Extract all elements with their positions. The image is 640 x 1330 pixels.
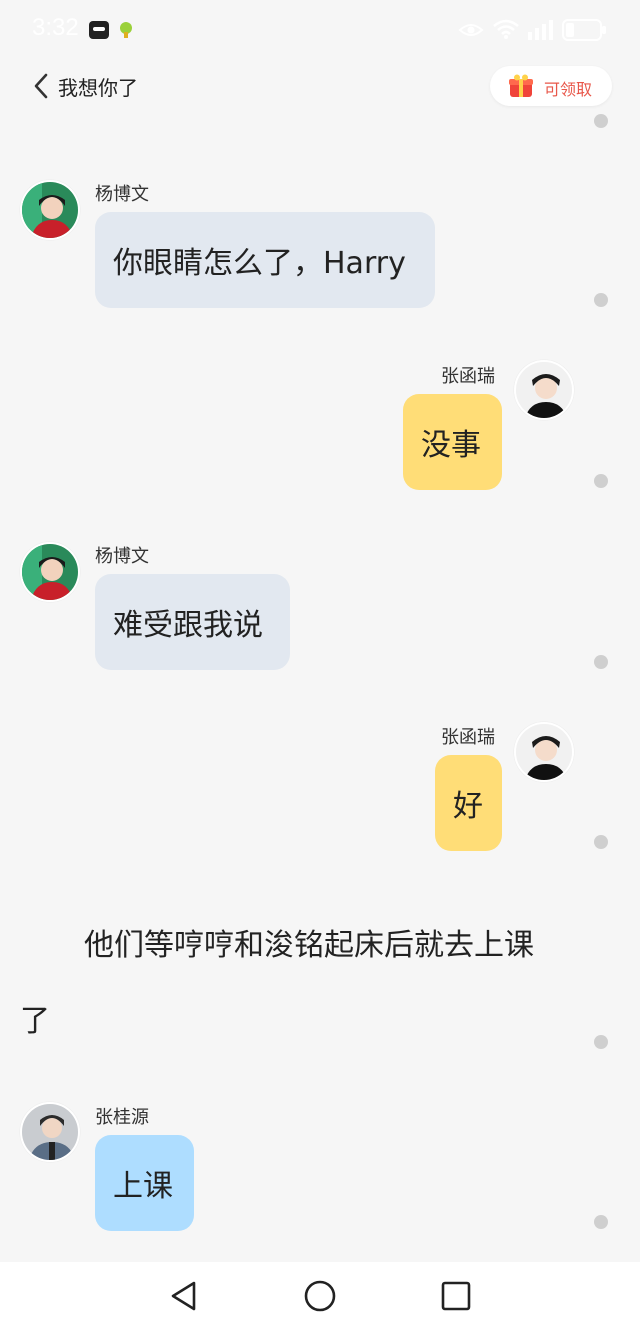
status-bar: 3:32 [0,0,640,60]
nav-back-button[interactable] [166,1278,202,1314]
triangle-back-icon [171,1281,196,1311]
sender-name: 杨博文 [95,184,149,205]
message-bubble[interactable]: 好 [435,755,502,851]
chat-header: 我想你了 可领取 [0,60,640,114]
status-time: 3:32 [32,14,79,41]
narration-text: 他们等哼哼和浚铭起床后就去上课 [84,928,534,963]
reward-claim-button[interactable]: 可领取 [490,66,612,106]
read-indicator [594,114,608,128]
message-bubble[interactable]: 没事 [403,394,502,490]
avatar[interactable] [514,722,574,782]
app-notification-icon [88,20,110,44]
wifi-icon [492,18,520,44]
read-indicator [594,1035,608,1049]
narration-text: 了 [20,1004,50,1039]
message-bubble[interactable]: 上课 [95,1135,194,1231]
avatar[interactable] [20,1102,80,1162]
back-button[interactable] [30,72,54,100]
read-indicator [594,293,608,307]
circle-home-icon [304,1280,336,1312]
read-indicator [594,1215,608,1229]
read-indicator [594,835,608,849]
sender-name: 张函瑞 [441,366,495,387]
battery-icon [562,18,608,46]
chevron-left-icon [34,73,48,99]
red-envelope-icon [508,74,534,102]
sender-name: 杨博文 [95,546,149,567]
sender-name: 张函瑞 [441,727,495,748]
message-bubble[interactable]: 你眼睛怎么了，Harry [95,212,435,308]
avatar[interactable] [20,542,80,602]
sender-name: 张桂源 [95,1107,149,1128]
read-indicator [594,474,608,488]
avatar[interactable] [20,180,80,240]
nav-recents-button[interactable] [438,1278,474,1314]
read-indicator [594,655,608,669]
app-notification-icon-2 [116,20,136,44]
reward-label: 可领取 [544,80,593,99]
square-recents-icon [441,1281,471,1311]
avatar[interactable] [514,360,574,420]
page-title: 我想你了 [58,76,138,100]
eye-icon [458,20,484,44]
nav-home-button[interactable] [302,1278,338,1314]
system-nav-bar [0,1262,640,1330]
signal-icon [526,18,556,44]
message-bubble[interactable]: 难受跟我说 [95,574,290,670]
